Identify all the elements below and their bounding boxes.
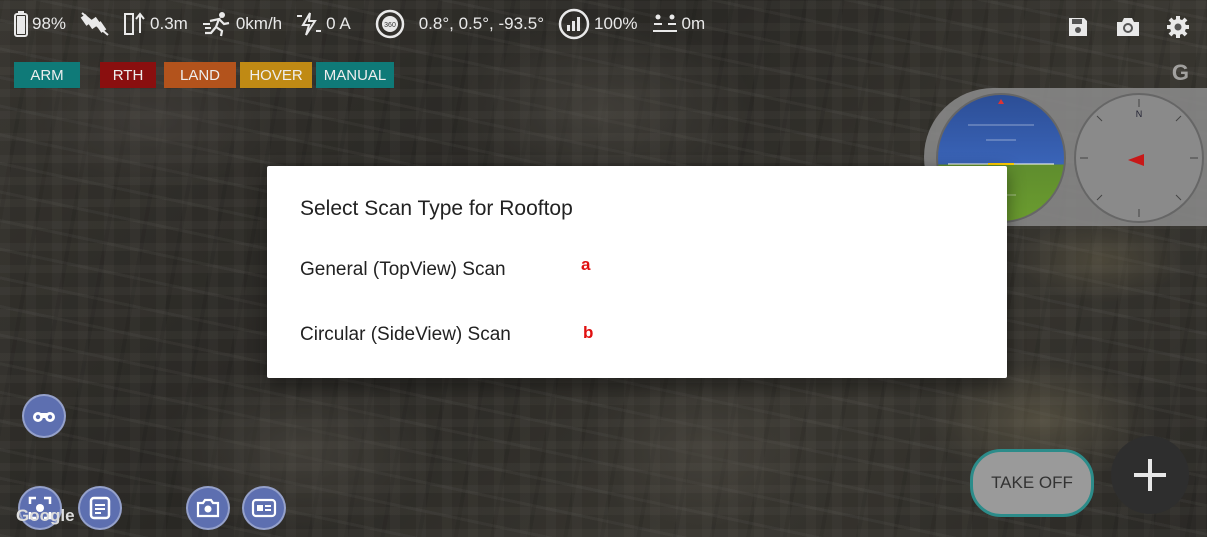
list-icon <box>89 496 111 520</box>
compass-north-label: N <box>1136 109 1143 119</box>
orientation-status: 360 0.8°, 0.5°, -93.5° <box>375 9 544 39</box>
compass-dial: N <box>1074 93 1204 223</box>
current-bolt-icon <box>297 12 322 36</box>
camera-button[interactable] <box>186 486 230 530</box>
binoculars-button[interactable] <box>22 394 66 438</box>
rth-button[interactable]: RTH <box>100 62 156 88</box>
distance-value: 0m <box>681 14 706 33</box>
signal-status: 100% <box>558 8 638 40</box>
screenshot-button[interactable] <box>1115 14 1141 40</box>
current-status: 0 A <box>296 11 351 37</box>
battery-value: 98% <box>32 14 67 33</box>
dialog-title: Select Scan Type for Rooftop <box>300 197 573 220</box>
gps-status <box>80 11 110 37</box>
battery-status: 98% <box>14 11 66 37</box>
altitude-icon <box>124 12 145 35</box>
add-button[interactable] <box>1111 436 1189 514</box>
top-right-actions <box>1065 14 1191 40</box>
save-icon <box>1069 18 1087 36</box>
speed-value: 0km/h <box>235 14 283 33</box>
camera-icon <box>1117 18 1139 36</box>
binoculars-icon <box>33 412 55 422</box>
save-button[interactable] <box>1065 14 1091 40</box>
google-attribution: Google <box>16 506 75 525</box>
settings-button[interactable] <box>1165 14 1191 40</box>
card-icon <box>251 498 277 518</box>
option-circular-sideview-scan[interactable]: Circular (SideView) Scan <box>300 324 511 346</box>
land-button[interactable]: LAND <box>164 62 236 88</box>
signal-icon <box>558 8 590 40</box>
settings-gear-icon <box>1167 16 1189 38</box>
distance-status: 0m <box>652 14 706 34</box>
scan-type-dialog: Select Scan Type for Rooftop General (To… <box>267 166 1007 378</box>
map-brand-mark: G <box>1171 60 1189 85</box>
no-gps-satellite-icon <box>80 12 109 36</box>
option-marker-a: a <box>581 255 591 274</box>
current-value: 0 A <box>326 14 351 33</box>
manual-button[interactable]: MANUAL <box>316 62 394 88</box>
orientation-badge: 360 <box>384 22 396 29</box>
battery-icon <box>14 11 28 37</box>
altitude-status: 0.3m <box>124 12 188 36</box>
option-general-topview-scan[interactable]: General (TopView) Scan <box>300 259 506 281</box>
status-bar: 98% 0.3m 0km/h 0 A 360 0.8°, 0.5°, -93.5… <box>14 8 719 40</box>
option-marker-b: b <box>583 323 594 342</box>
flight-mode-bar: ARM RTH LAND HOVER MANUAL <box>14 62 398 88</box>
runner-speed-icon <box>202 12 230 37</box>
plus-icon <box>1134 459 1166 491</box>
arm-button[interactable]: ARM <box>14 62 80 88</box>
takeoff-button[interactable]: TAKE OFF <box>970 449 1094 517</box>
orientation-value: 0.8°, 0.5°, -93.5° <box>418 14 545 33</box>
card-button[interactable] <box>242 486 286 530</box>
signal-value: 100% <box>594 14 638 33</box>
compass-markings: N <box>1080 99 1198 217</box>
orientation-360-icon: 360 <box>375 9 404 39</box>
list-button[interactable] <box>78 486 122 530</box>
hover-button[interactable]: HOVER <box>240 62 312 88</box>
speed-status: 0km/h <box>202 11 282 37</box>
distance-icon <box>652 14 677 32</box>
altitude-value: 0.3m <box>150 14 188 33</box>
camera-icon <box>196 498 220 518</box>
